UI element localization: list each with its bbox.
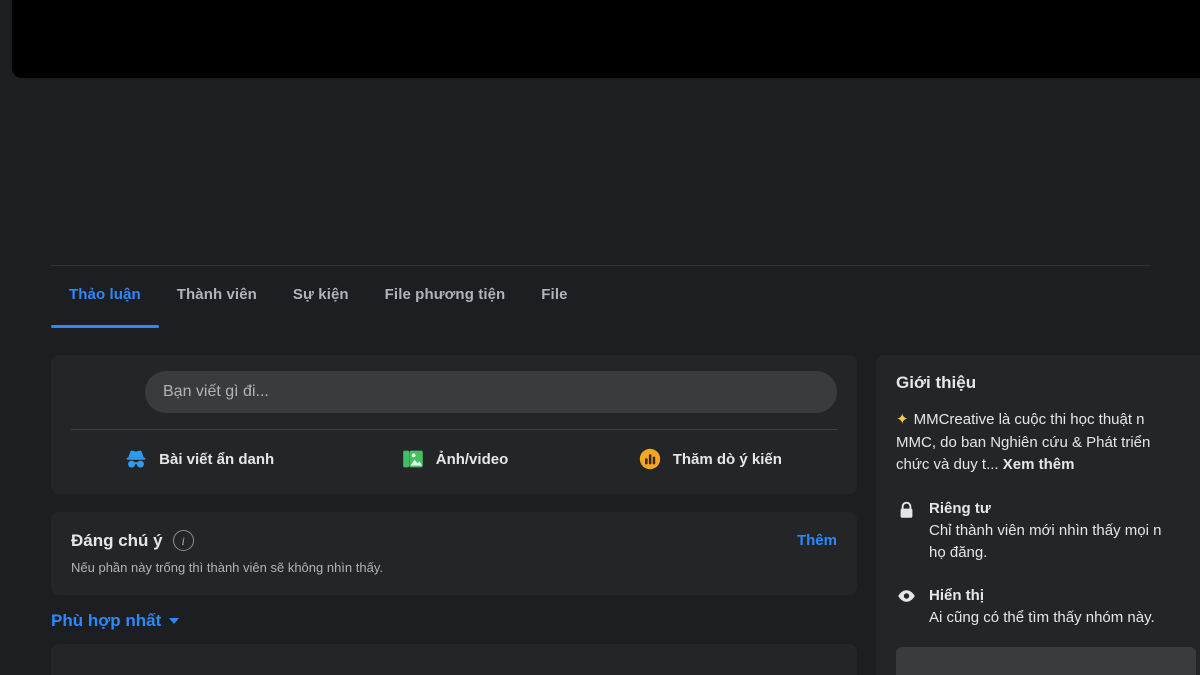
poll-button[interactable]: Thăm dò ý kiến xyxy=(582,438,837,480)
about-description-line2: MMC, do ban Nghiên cứu & Phát triển xyxy=(896,432,1196,455)
about-title: Giới thiệu xyxy=(896,373,1196,393)
visibility-title: Hiển thị xyxy=(929,586,1155,606)
anonymous-post-button[interactable]: Bài viết ẩn danh xyxy=(71,438,326,480)
highlight-subtitle: Nếu phần này trống thì thành viên sẽ khô… xyxy=(71,560,837,575)
visibility-subtitle-line1: Ai cũng có thể tìm thấy nhóm này. xyxy=(929,607,1155,629)
highlight-card: Đáng chú ý i Thêm Nếu phần này trống thì… xyxy=(51,512,857,595)
tab-label: File phương tiện xyxy=(385,286,506,303)
about-description-line3: chức và duy t... xyxy=(896,456,999,473)
sparkles-icon: ✦ xyxy=(896,411,909,428)
photo-video-button[interactable]: Ảnh/video xyxy=(326,438,581,480)
privacy-row: Riêng tư Chỉ thành viên mới nhìn thấy mọ… xyxy=(896,499,1196,564)
incognito-icon xyxy=(123,446,149,472)
privacy-subtitle-line2: họ đăng. xyxy=(929,542,1161,564)
group-page: Thảo luận Thành viên Sự kiện File phương… xyxy=(0,0,1200,675)
privacy-title: Riêng tư xyxy=(929,499,1161,519)
about-card: Giới thiệu ✦ MMCreative là cuộc thi học t… xyxy=(876,355,1200,675)
about-description-line1: MMCreative là cuộc thi học thuật n xyxy=(914,411,1145,428)
about-action-button[interactable] xyxy=(896,647,1196,675)
tab-su-kien[interactable]: Sự kiện xyxy=(275,266,367,328)
feed-sort-label: Phù hợp nhất xyxy=(51,611,161,631)
photo-video-icon xyxy=(400,446,426,472)
poll-label: Thăm dò ý kiến xyxy=(673,451,782,468)
group-cover-photo[interactable] xyxy=(12,0,1200,78)
photo-video-label: Ảnh/video xyxy=(436,451,509,468)
feed-sort-selector[interactable]: Phù hợp nhất xyxy=(51,611,179,631)
tab-thanh-vien[interactable]: Thành viên xyxy=(159,266,275,328)
anonymous-post-label: Bài viết ẩn danh xyxy=(159,451,274,468)
tab-thao-luan[interactable]: Thảo luận xyxy=(51,266,159,328)
tab-file-phuong-tien[interactable]: File phương tiện xyxy=(367,266,524,328)
poll-icon xyxy=(637,446,663,472)
main-feed-column: Bạn viết gì đi... Bài viết xyxy=(51,355,857,675)
highlight-add-button[interactable]: Thêm xyxy=(797,532,837,549)
visibility-row: Hiển thị Ai cũng có thể tìm thấy nhóm nà… xyxy=(896,586,1196,629)
see-more-button[interactable]: Xem thêm xyxy=(1003,456,1075,473)
feed-post-card[interactable] xyxy=(51,644,857,675)
tab-label: Thành viên xyxy=(177,286,257,303)
lock-icon xyxy=(896,499,916,523)
about-sidebar: Giới thiệu ✦ MMCreative là cuộc thi học t… xyxy=(876,355,1200,675)
post-composer-card: Bạn viết gì đi... Bài viết xyxy=(51,355,857,494)
create-post-placeholder: Bạn viết gì đi... xyxy=(163,383,269,401)
privacy-subtitle: Chỉ thành viên mới nhìn thấy mọi n họ đă… xyxy=(929,520,1161,564)
chevron-down-icon xyxy=(169,618,179,624)
tab-label: Sự kiện xyxy=(293,286,349,303)
tab-file[interactable]: File xyxy=(523,266,585,328)
tab-label: Thảo luận xyxy=(69,286,141,303)
eye-icon xyxy=(896,586,916,610)
create-post-input[interactable]: Bạn viết gì đi... xyxy=(145,371,837,413)
group-tabbar: Thảo luận Thành viên Sự kiện File phương… xyxy=(51,265,1151,328)
tab-label: File xyxy=(541,286,567,303)
highlight-title: Đáng chú ý xyxy=(71,531,163,551)
info-icon[interactable]: i xyxy=(173,530,194,551)
about-description: ✦ MMCreative là cuộc thi học thuật n MMC,… xyxy=(896,409,1196,477)
privacy-subtitle-line1: Chỉ thành viên mới nhìn thấy mọi n xyxy=(929,520,1161,542)
visibility-subtitle: Ai cũng có thể tìm thấy nhóm này. xyxy=(929,607,1155,629)
